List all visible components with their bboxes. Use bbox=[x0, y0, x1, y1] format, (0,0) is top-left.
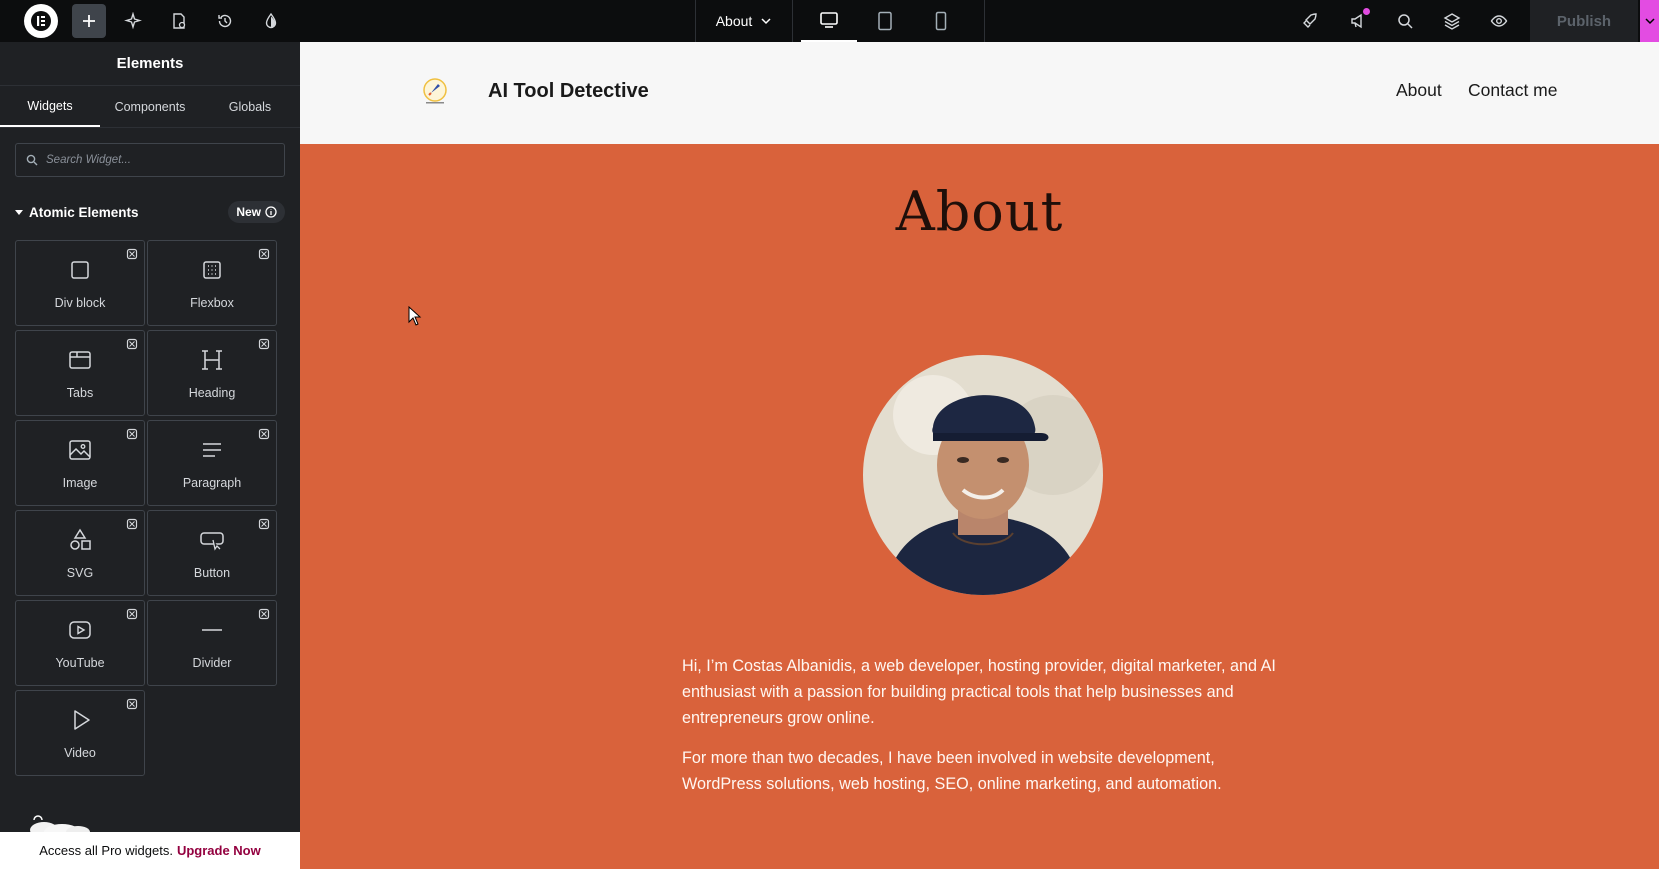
widget-video[interactable]: Video bbox=[15, 690, 145, 776]
widget-label: Flexbox bbox=[190, 295, 234, 310]
heading-icon bbox=[199, 347, 225, 378]
info-icon bbox=[265, 206, 277, 218]
widget-image[interactable]: Image bbox=[15, 420, 145, 506]
elementor-logo-icon[interactable] bbox=[24, 4, 58, 38]
atomic-elements-category[interactable]: Atomic Elements New bbox=[15, 200, 285, 224]
pro-atomic-icon bbox=[126, 427, 138, 440]
promo-text: Access all Pro widgets. bbox=[39, 843, 173, 858]
desktop-device-icon[interactable] bbox=[801, 0, 857, 42]
div-block-icon bbox=[67, 257, 93, 288]
add-element-button[interactable] bbox=[72, 4, 106, 38]
widget-youtube[interactable]: YouTube bbox=[15, 600, 145, 686]
widget-label: Video bbox=[64, 745, 96, 760]
tablet-device-icon[interactable] bbox=[857, 0, 913, 42]
shapes-icon bbox=[67, 527, 93, 558]
widget-search bbox=[15, 143, 285, 177]
pro-widgets-promo: Access all Pro widgets. Upgrade Now bbox=[0, 832, 300, 869]
nav-link-about[interactable]: About bbox=[1396, 80, 1442, 101]
pro-atomic-icon bbox=[126, 697, 138, 710]
site-settings-icon[interactable] bbox=[258, 9, 284, 33]
pro-atomic-icon bbox=[126, 517, 138, 530]
widget-divider[interactable]: Divider bbox=[147, 600, 277, 686]
widget-heading[interactable]: Heading bbox=[147, 330, 277, 416]
publish-options-button[interactable] bbox=[1640, 0, 1659, 42]
notification-dot bbox=[1363, 8, 1370, 15]
flexbox-icon bbox=[199, 257, 225, 288]
widget-label: Div block bbox=[54, 295, 106, 310]
elements-panel: Elements Widgets Components Globals Atom… bbox=[0, 42, 300, 869]
tab-widgets[interactable]: Widgets bbox=[0, 86, 100, 127]
paragraph-icon bbox=[199, 437, 225, 468]
widget-label: YouTube bbox=[55, 655, 105, 670]
image-icon bbox=[67, 437, 93, 468]
widget-label: Button bbox=[193, 565, 231, 580]
bio-paragraph: For more than two decades, I have been i… bbox=[682, 749, 1222, 793]
ai-sparkle-icon[interactable] bbox=[120, 9, 146, 33]
panel-title: Elements bbox=[0, 42, 300, 86]
structure-layers-icon[interactable] bbox=[1439, 9, 1465, 33]
widget-label: SVG bbox=[66, 565, 94, 580]
pro-atomic-icon bbox=[258, 517, 270, 530]
bio-text: Hi, I’m Costas Albanidis, a web develope… bbox=[682, 653, 1292, 811]
chevron-down-icon bbox=[1644, 18, 1655, 25]
youtube-icon bbox=[67, 617, 93, 648]
panel-tabs: Widgets Components Globals bbox=[0, 86, 300, 128]
pro-atomic-icon bbox=[258, 607, 270, 620]
category-title: Atomic Elements bbox=[29, 204, 139, 220]
new-badge-label: New bbox=[236, 205, 261, 219]
device-switcher bbox=[793, 0, 985, 42]
mobile-device-icon[interactable] bbox=[913, 0, 969, 42]
widget-svg[interactable]: SVG bbox=[15, 510, 145, 596]
publish-button[interactable]: Publish bbox=[1530, 0, 1638, 42]
play-icon bbox=[67, 707, 93, 738]
history-icon[interactable] bbox=[212, 9, 238, 33]
editor-top-bar: About Publish bbox=[0, 0, 1659, 42]
widget-paragraph[interactable]: Paragraph bbox=[147, 420, 277, 506]
tab-components[interactable]: Components bbox=[100, 86, 200, 127]
profile-photo bbox=[863, 355, 1103, 595]
editor-canvas: AI Tool Detective About Contact me About… bbox=[300, 42, 1659, 869]
chevron-down-icon bbox=[761, 18, 771, 25]
pro-atomic-icon bbox=[126, 337, 138, 350]
nav-link-contact[interactable]: Contact me bbox=[1468, 80, 1557, 101]
bio-paragraph: Hi, I’m Costas Albanidis, a web develope… bbox=[682, 657, 1276, 727]
widget-button[interactable]: Button bbox=[147, 510, 277, 596]
pro-atomic-icon bbox=[126, 247, 138, 260]
pro-atomic-icon bbox=[258, 337, 270, 350]
caret-down-icon bbox=[15, 210, 23, 215]
pro-atomic-icon bbox=[126, 607, 138, 620]
widget-search-input[interactable] bbox=[46, 154, 266, 166]
promo-illustration bbox=[30, 815, 90, 834]
divider-icon bbox=[199, 617, 225, 648]
search-icon bbox=[26, 154, 38, 166]
new-badge[interactable]: New bbox=[228, 201, 285, 223]
mouse-cursor-icon bbox=[408, 306, 422, 326]
page-selector-label: About bbox=[715, 13, 753, 29]
widget-label: Heading bbox=[188, 385, 236, 400]
site-title[interactable]: AI Tool Detective bbox=[488, 80, 649, 103]
widget-label: Image bbox=[62, 475, 98, 490]
preview-eye-icon[interactable] bbox=[1486, 9, 1512, 33]
tabs-icon bbox=[67, 347, 93, 378]
widget-flexbox[interactable]: Flexbox bbox=[147, 240, 277, 326]
page-settings-icon[interactable] bbox=[166, 9, 192, 33]
site-header: AI Tool Detective About Contact me bbox=[300, 42, 1659, 144]
page-selector-dropdown[interactable]: About bbox=[695, 0, 793, 42]
page-heading: About bbox=[895, 180, 1064, 243]
launch-rocket-icon[interactable] bbox=[1297, 9, 1323, 33]
widget-label: Tabs bbox=[66, 385, 94, 400]
widget-tabs[interactable]: Tabs bbox=[15, 330, 145, 416]
pro-atomic-icon bbox=[258, 427, 270, 440]
upgrade-now-link[interactable]: Upgrade Now bbox=[177, 843, 261, 858]
widget-div-block[interactable]: Div block bbox=[15, 240, 145, 326]
pro-atomic-icon bbox=[258, 247, 270, 260]
button-icon bbox=[199, 527, 225, 558]
site-logo-icon[interactable] bbox=[420, 76, 450, 106]
widget-label: Paragraph bbox=[182, 475, 242, 490]
search-icon[interactable] bbox=[1392, 9, 1418, 33]
widget-label: Divider bbox=[192, 655, 232, 670]
tab-globals[interactable]: Globals bbox=[200, 86, 300, 127]
